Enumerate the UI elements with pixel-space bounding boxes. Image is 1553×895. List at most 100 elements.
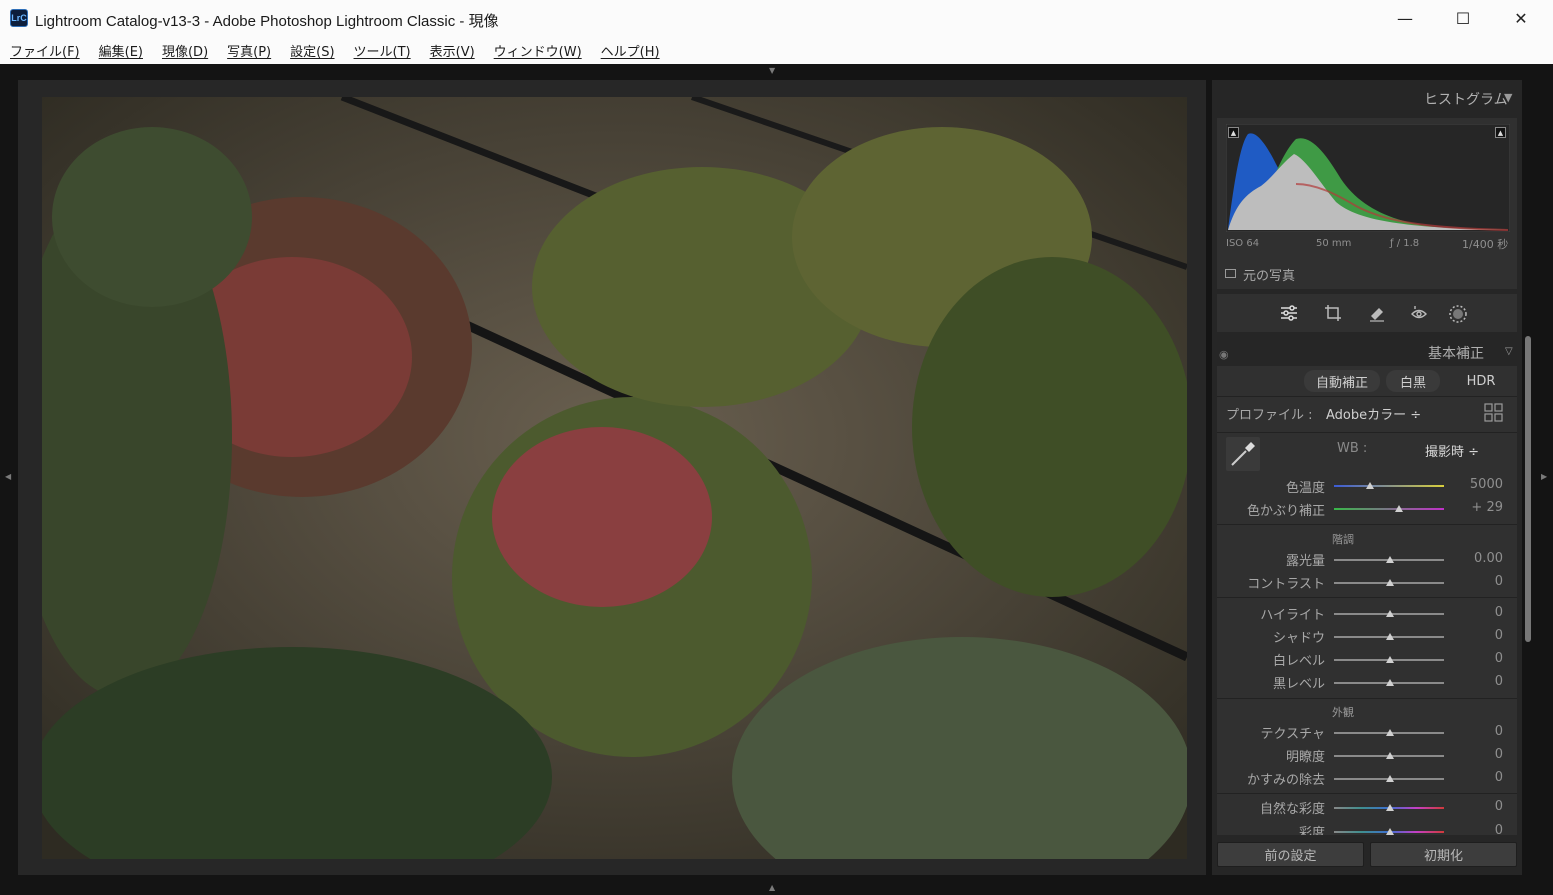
- blacks-value[interactable]: 0: [1443, 674, 1503, 689]
- highlight-clipping-icon[interactable]: ▲: [1495, 127, 1506, 138]
- vibrance-value[interactable]: 0: [1443, 799, 1503, 814]
- right-panel-scrollbar[interactable]: [1525, 336, 1531, 642]
- contrast-value[interactable]: 0: [1443, 574, 1503, 589]
- menu-tools[interactable]: ツール(T): [354, 41, 411, 60]
- blacks-slider-thumb[interactable]: [1386, 679, 1394, 686]
- contrast-label: コントラスト: [1247, 577, 1325, 592]
- wb-dropdown[interactable]: 撮影時 ÷: [1425, 441, 1479, 460]
- basic-panel-title[interactable]: 基本補正: [1428, 343, 1484, 363]
- menu-photo[interactable]: 写真(P): [227, 41, 271, 60]
- auto-tone-button[interactable]: 自動補正: [1304, 370, 1380, 392]
- menu-develop[interactable]: 現像(D): [162, 41, 208, 60]
- shadows-value[interactable]: 0: [1443, 628, 1503, 643]
- histogram-collapse-icon[interactable]: ▼: [1504, 91, 1512, 104]
- eraser-icon[interactable]: [1368, 304, 1386, 322]
- original-photo-checkbox[interactable]: [1225, 269, 1236, 278]
- lightroom-workspace: ▼ ▲ ◀ ▶ ヒストグラム ▼ ▲ ▲ ISO 64 50 mm ƒ / 1.…: [0, 64, 1553, 895]
- white-balance-eyedropper-icon[interactable]: [1226, 437, 1260, 471]
- profile-browser-grid-icon[interactable]: [1484, 403, 1503, 422]
- contrast-slider-thumb[interactable]: [1386, 579, 1394, 586]
- exif-aperture: ƒ / 1.8: [1390, 238, 1420, 249]
- saturation-label: 彩度: [1298, 826, 1325, 835]
- menu-edit[interactable]: 編集(E): [99, 41, 143, 60]
- divider: [1217, 396, 1517, 397]
- divider: [1217, 793, 1517, 794]
- tint-slider-thumb[interactable]: [1395, 505, 1403, 512]
- edit-sliders-icon[interactable]: [1280, 304, 1298, 322]
- texture-value[interactable]: 0: [1443, 724, 1503, 739]
- saturation-row-clipped: 彩度 0: [1217, 819, 1517, 835]
- photo-preview[interactable]: [42, 97, 1187, 859]
- exposure-slider-thumb[interactable]: [1386, 556, 1394, 563]
- right-panel: ヒストグラム ▼ ▲ ▲ ISO 64 50 mm ƒ / 1.8 1/400 …: [1212, 80, 1522, 875]
- divider: [1217, 698, 1517, 699]
- wb-label: WB :: [1337, 441, 1368, 456]
- basic-collapse-icon[interactable]: ▽: [1505, 346, 1513, 357]
- whites-label: 白レベル: [1272, 654, 1325, 669]
- exposure-value[interactable]: 0.00: [1443, 551, 1503, 566]
- dehaze-label: かすみの除去: [1246, 773, 1325, 788]
- reset-button[interactable]: 初期化: [1370, 842, 1517, 867]
- bottom-panel-toggle-icon[interactable]: ▲: [769, 883, 775, 892]
- histogram-section: ▲ ▲: [1217, 118, 1517, 289]
- masking-icon[interactable]: [1448, 304, 1468, 324]
- profile-dropdown[interactable]: Adobeカラー ÷: [1326, 404, 1421, 423]
- tint-value[interactable]: + 29: [1443, 500, 1503, 515]
- temp-slider-thumb[interactable]: [1366, 482, 1374, 489]
- close-button[interactable]: ✕: [1492, 0, 1550, 37]
- histogram-title[interactable]: ヒストグラム: [1424, 89, 1508, 109]
- original-photo-label: 元の写真: [1243, 269, 1296, 284]
- whites-value[interactable]: 0: [1443, 651, 1503, 666]
- exif-focal-length: 50 mm: [1316, 238, 1352, 249]
- profile-label: プロファイル :: [1226, 408, 1313, 423]
- left-panel-toggle-icon[interactable]: ◀: [5, 472, 11, 481]
- shadows-slider-thumb[interactable]: [1386, 633, 1394, 640]
- histogram-graph[interactable]: [1226, 124, 1510, 232]
- exif-iso: ISO 64: [1226, 238, 1260, 249]
- redeye-icon[interactable]: [1410, 304, 1428, 322]
- temp-value[interactable]: 5000: [1443, 477, 1503, 492]
- clarity-slider-thumb[interactable]: [1386, 752, 1394, 759]
- lightroom-app-icon: LrC: [10, 9, 28, 27]
- highlights-slider-thumb[interactable]: [1386, 610, 1394, 617]
- shadow-clipping-icon[interactable]: ▲: [1228, 127, 1239, 138]
- minimize-button[interactable]: —: [1376, 0, 1434, 37]
- tint-slider-track[interactable]: [1334, 508, 1444, 510]
- menu-view[interactable]: 表示(V): [430, 41, 475, 60]
- title-bar: LrC Lightroom Catalog-v13-3 - Adobe Phot…: [0, 0, 1553, 37]
- temp-slider-track[interactable]: [1334, 485, 1444, 487]
- top-panel-toggle-icon[interactable]: ▼: [769, 66, 775, 75]
- tint-label: 色かぶり補正: [1246, 504, 1325, 519]
- right-panel-toggle-icon[interactable]: ▶: [1541, 472, 1547, 481]
- black-white-button[interactable]: 白黒: [1386, 370, 1440, 392]
- hdr-button[interactable]: HDR: [1452, 370, 1510, 392]
- menu-settings[interactable]: 設定(S): [290, 41, 334, 60]
- menu-window[interactable]: ウィンドウ(W): [494, 41, 582, 60]
- menu-help[interactable]: ヘルプ(H): [601, 41, 660, 60]
- clarity-value[interactable]: 0: [1443, 747, 1503, 762]
- temp-label: 色温度: [1285, 481, 1325, 496]
- texture-slider-thumb[interactable]: [1386, 729, 1394, 736]
- tool-strip: [1217, 294, 1517, 332]
- previous-settings-button[interactable]: 前の設定: [1217, 842, 1364, 867]
- vibrance-slider-thumb[interactable]: [1386, 804, 1394, 811]
- panel-visibility-eye-icon[interactable]: ◉: [1219, 348, 1229, 361]
- menu-file[interactable]: ファイル(F): [10, 41, 80, 60]
- vibrance-label: 自然な彩度: [1259, 802, 1325, 817]
- texture-label: テクスチャ: [1260, 727, 1325, 742]
- presence-group-label: 外観: [1332, 706, 1354, 719]
- maximize-button[interactable]: ☐: [1434, 0, 1492, 37]
- highlights-label: ハイライト: [1260, 608, 1325, 623]
- exposure-label: 露光量: [1285, 554, 1325, 569]
- tone-group-label: 階調: [1332, 533, 1354, 546]
- highlights-value[interactable]: 0: [1443, 605, 1503, 620]
- shadows-label: シャドウ: [1272, 631, 1325, 646]
- clarity-label: 明瞭度: [1285, 750, 1325, 765]
- dehaze-value[interactable]: 0: [1443, 770, 1503, 785]
- saturation-value[interactable]: 0: [1443, 823, 1503, 835]
- dehaze-slider-thumb[interactable]: [1386, 775, 1394, 782]
- crop-icon[interactable]: [1324, 304, 1342, 322]
- whites-slider-thumb[interactable]: [1386, 656, 1394, 663]
- divider: [1217, 432, 1517, 433]
- saturation-slider-thumb[interactable]: [1386, 828, 1394, 835]
